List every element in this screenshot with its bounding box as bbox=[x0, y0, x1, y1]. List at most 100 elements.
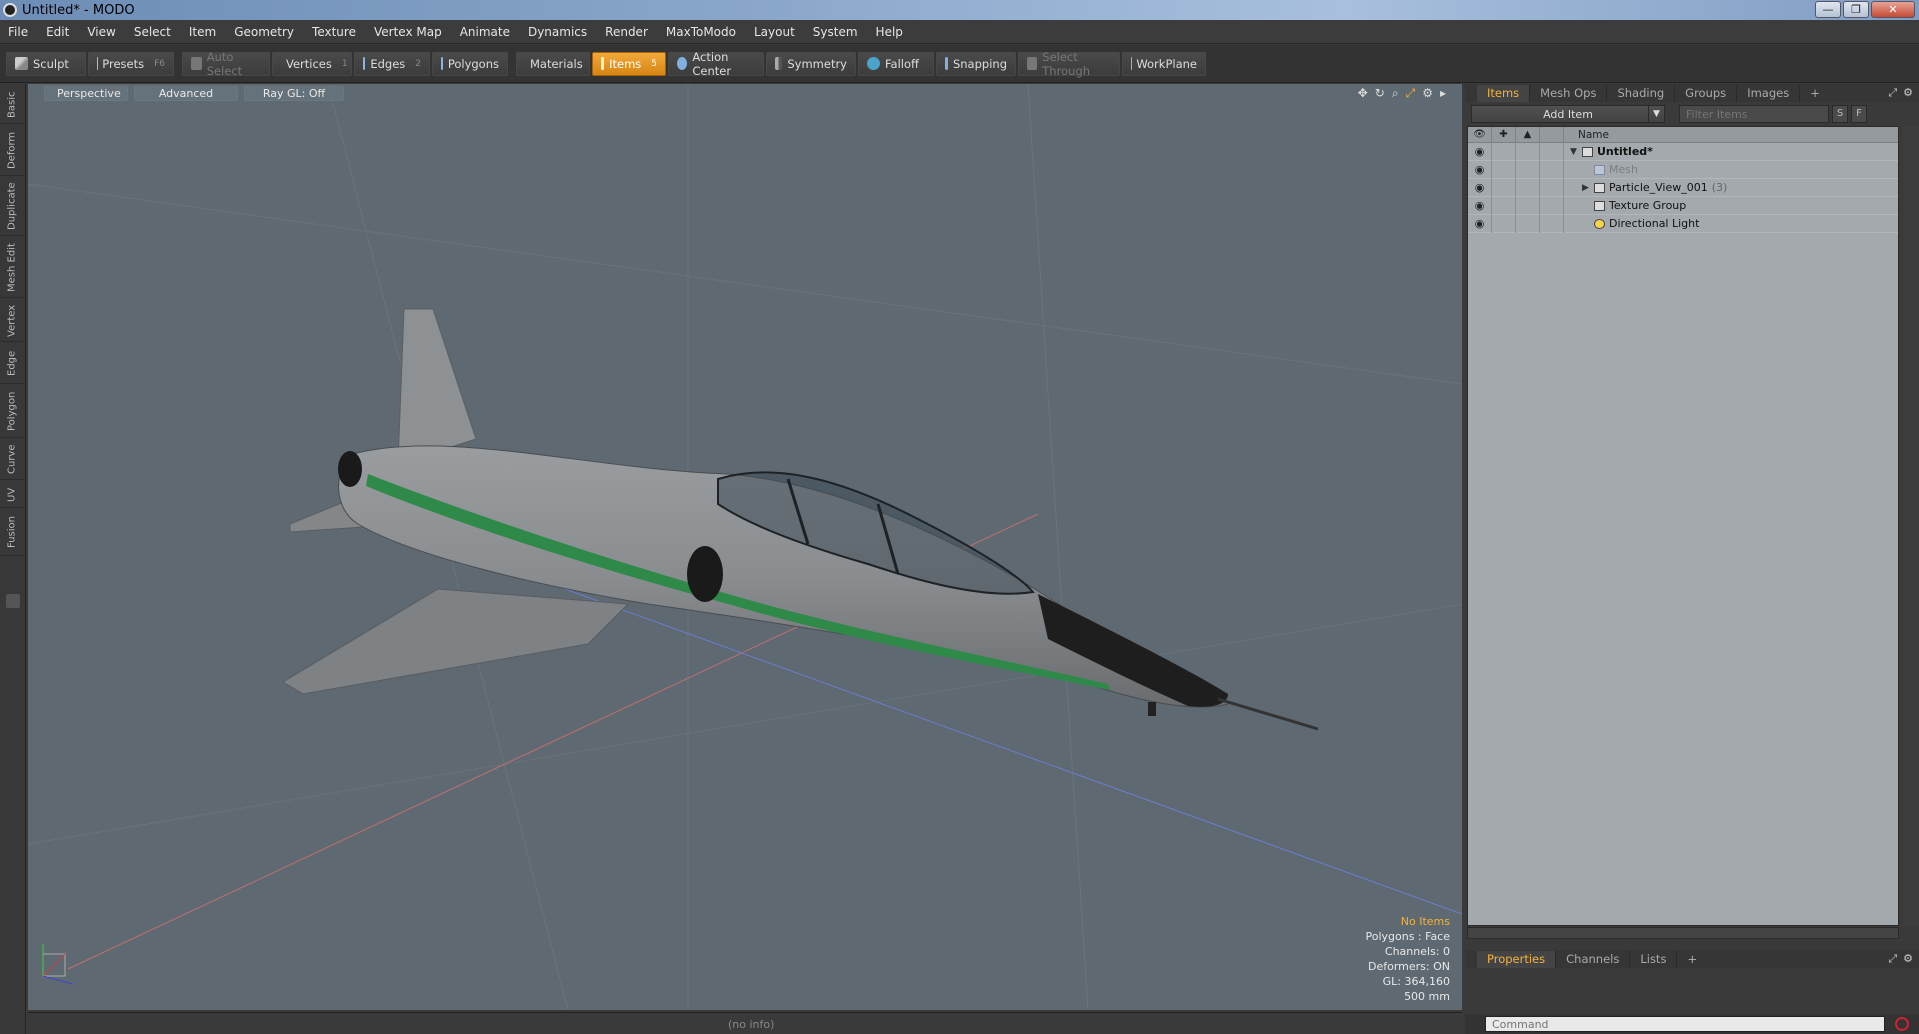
visibility-column-icon[interactable]: 👁 bbox=[1468, 126, 1492, 143]
sculpt-button[interactable]: Sculpt bbox=[6, 51, 86, 76]
menu-item[interactable]: Item bbox=[189, 25, 216, 39]
action-center-button[interactable]: Action Center bbox=[668, 50, 764, 78]
scene-render[interactable] bbox=[28, 84, 1462, 1010]
tab-items[interactable]: Items bbox=[1477, 84, 1531, 102]
tab-shading[interactable]: Shading bbox=[1607, 84, 1676, 102]
tab-uv[interactable]: UV bbox=[0, 482, 24, 508]
eye-icon[interactable]: ◉ bbox=[1468, 196, 1492, 215]
perspective-tab[interactable]: Perspective bbox=[44, 85, 128, 101]
auto-select-button[interactable]: Auto Select bbox=[182, 50, 270, 78]
chevron-down-icon[interactable]: ▼ bbox=[1648, 106, 1664, 122]
materials-button[interactable]: Materials bbox=[516, 51, 590, 76]
eye-icon[interactable]: ◉ bbox=[1468, 178, 1492, 197]
edges-icon bbox=[363, 57, 366, 70]
tab-lists[interactable]: Lists bbox=[1630, 950, 1678, 968]
menu-layout[interactable]: Layout bbox=[754, 25, 795, 39]
tab-deform[interactable]: Deform bbox=[0, 126, 24, 176]
menu-maxtomodo[interactable]: MaxToModo bbox=[666, 25, 736, 39]
menu-vertex-map[interactable]: Vertex Map bbox=[374, 25, 442, 39]
command-run-icon[interactable] bbox=[1895, 1017, 1909, 1031]
tab-basic[interactable]: Basic bbox=[0, 86, 24, 124]
menu-render[interactable]: Render bbox=[605, 25, 648, 39]
snapping-button[interactable]: Snapping bbox=[936, 51, 1016, 76]
chevron-down-icon[interactable]: ▼ bbox=[1570, 147, 1582, 157]
s-button[interactable]: S bbox=[1832, 105, 1848, 123]
pin-icon[interactable] bbox=[6, 594, 20, 608]
tab-groups[interactable]: Groups bbox=[1675, 84, 1738, 102]
tab-fusion[interactable]: Fusion bbox=[0, 510, 24, 556]
expand-icon[interactable]: ⤢ bbox=[1888, 952, 1897, 966]
items-hscrollbar[interactable] bbox=[1467, 927, 1899, 939]
add-tab-icon[interactable]: + bbox=[1677, 951, 1707, 968]
lock-column-icon[interactable]: ✚ bbox=[1492, 126, 1516, 143]
tab-mesh-ops[interactable]: Mesh Ops bbox=[1530, 84, 1608, 102]
close-button[interactable]: ✕ bbox=[1871, 1, 1915, 18]
falloff-button[interactable]: Falloff bbox=[858, 51, 934, 76]
tab-channels[interactable]: Channels bbox=[1556, 950, 1631, 968]
tab-edge[interactable]: Edge bbox=[0, 344, 24, 384]
fit-icon[interactable]: ⤢ bbox=[1406, 86, 1416, 101]
tab-images[interactable]: Images bbox=[1737, 84, 1801, 102]
eye-icon[interactable]: ◉ bbox=[1468, 142, 1492, 161]
add-item-button[interactable]: Add Item ▼ bbox=[1471, 105, 1665, 123]
gear-icon[interactable]: ⚙ bbox=[1422, 86, 1433, 101]
symmetry-button[interactable]: Symmetry bbox=[766, 51, 856, 76]
menu-geometry[interactable]: Geometry bbox=[234, 25, 294, 39]
rotate-icon[interactable]: ↻ bbox=[1375, 86, 1385, 101]
texture-group-icon bbox=[1594, 200, 1605, 211]
auto-select-icon bbox=[191, 57, 202, 70]
command-input[interactable] bbox=[1485, 1016, 1885, 1032]
menu-animate[interactable]: Animate bbox=[460, 25, 510, 39]
vertices-button[interactable]: Vertices 1 bbox=[272, 51, 352, 76]
edges-button[interactable]: Edges 2 bbox=[354, 51, 430, 76]
tab-curve[interactable]: Curve bbox=[0, 440, 24, 480]
pan-icon[interactable]: ✥ bbox=[1358, 86, 1368, 101]
menu-system[interactable]: System bbox=[813, 25, 858, 39]
eye-icon[interactable]: ◉ bbox=[1468, 160, 1492, 179]
tab-polygon[interactable]: Polygon bbox=[0, 386, 24, 438]
tab-properties[interactable]: Properties bbox=[1477, 950, 1557, 968]
expand-icon[interactable]: ⤢ bbox=[1888, 86, 1897, 100]
gear-icon[interactable]: ⚙ bbox=[1903, 86, 1913, 100]
menu-edit[interactable]: Edit bbox=[46, 25, 69, 39]
item-label: Directional Light bbox=[1609, 217, 1700, 230]
maximize-button[interactable]: ❐ bbox=[1843, 1, 1869, 18]
menu-view[interactable]: View bbox=[87, 25, 115, 39]
list-item[interactable]: ◉ ▶ Particle_View_001 (3) bbox=[1468, 178, 1898, 197]
minimize-button[interactable]: — bbox=[1815, 1, 1841, 18]
presets-shortcut: F6 bbox=[154, 58, 165, 69]
menu-texture[interactable]: Texture bbox=[312, 25, 356, 39]
chevron-right-icon[interactable]: ▶ bbox=[1582, 183, 1594, 193]
items-mode-button[interactable]: Items 5 bbox=[592, 51, 666, 76]
tab-mesh-edit[interactable]: Mesh Edit bbox=[0, 238, 24, 298]
presets-button[interactable]: Presets F6 bbox=[88, 51, 174, 76]
menu-file[interactable]: File bbox=[8, 25, 28, 39]
advanced-tab[interactable]: Advanced bbox=[134, 85, 238, 101]
list-item[interactable]: ◉ ▼ Untitled* bbox=[1468, 142, 1898, 161]
list-item[interactable]: ◉ Texture Group bbox=[1468, 196, 1898, 215]
polygons-button[interactable]: Polygons bbox=[432, 51, 508, 76]
list-item[interactable]: ◉ Mesh bbox=[1468, 160, 1898, 179]
tab-duplicate[interactable]: Duplicate bbox=[0, 178, 24, 236]
menu-dynamics[interactable]: Dynamics bbox=[528, 25, 587, 39]
zoom-icon[interactable]: ⌕ bbox=[1392, 86, 1399, 101]
workplane-button[interactable]: WorkPlane bbox=[1122, 51, 1206, 76]
command-bar bbox=[1465, 1014, 1919, 1034]
f-button[interactable]: F bbox=[1851, 105, 1867, 123]
raygl-tab[interactable]: Ray GL: Off bbox=[244, 85, 344, 101]
gear-icon[interactable]: ⚙ bbox=[1903, 952, 1913, 966]
render-column-icon[interactable]: ▲ bbox=[1516, 126, 1540, 143]
group-icon bbox=[1594, 182, 1605, 193]
list-item[interactable]: ◉ Directional Light bbox=[1468, 214, 1898, 233]
eye-icon[interactable]: ◉ bbox=[1468, 214, 1492, 233]
menu-help[interactable]: Help bbox=[876, 25, 903, 39]
filter-items-input[interactable] bbox=[1679, 105, 1829, 123]
3d-viewport[interactable]: Perspective Advanced Ray GL: Off ✥ ↻ ⌕ ⤢… bbox=[28, 84, 1462, 1010]
add-tab-icon[interactable]: + bbox=[1800, 85, 1830, 102]
tab-vertex[interactable]: Vertex bbox=[0, 300, 24, 342]
items-scrollbar[interactable] bbox=[1903, 126, 1919, 926]
select-through-button[interactable]: Select Through bbox=[1018, 50, 1120, 78]
name-column-header[interactable]: Name bbox=[1564, 129, 1609, 141]
arrow-right-icon[interactable]: ▸ bbox=[1440, 86, 1446, 101]
menu-select[interactable]: Select bbox=[134, 25, 171, 39]
